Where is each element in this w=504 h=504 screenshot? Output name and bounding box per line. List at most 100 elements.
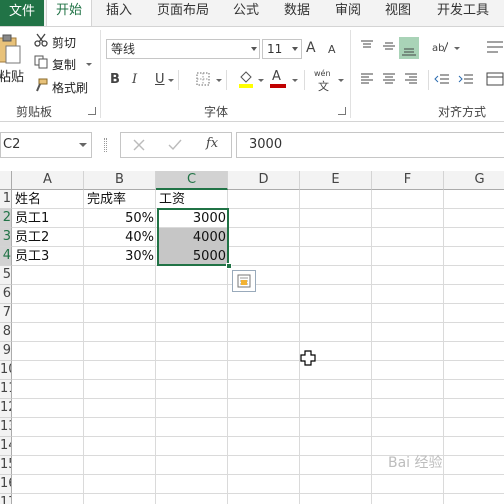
increase-font-size-icon[interactable]: A xyxy=(306,40,316,56)
row-gridline xyxy=(12,493,504,494)
insert-function-button[interactable]: fx xyxy=(206,136,218,151)
font-size-dropdown-icon[interactable] xyxy=(292,47,298,51)
copy-dropdown-icon[interactable] xyxy=(86,63,92,66)
cut-button[interactable]: 剪切 xyxy=(52,34,76,51)
tab-file[interactable]: 文件 xyxy=(0,0,44,26)
fill-handle[interactable] xyxy=(226,263,232,269)
row-gridline xyxy=(12,417,504,418)
fill-color-icon[interactable] xyxy=(238,70,254,88)
cell-b4[interactable]: 30% xyxy=(84,247,156,266)
format-painter-icon[interactable] xyxy=(34,78,48,92)
tab-formulas[interactable]: 公式 xyxy=(224,0,268,26)
cell-a1[interactable]: 姓名 xyxy=(12,190,84,209)
column-header-c[interactable]: C xyxy=(156,171,228,190)
cell-c1[interactable]: 工资 xyxy=(156,190,228,209)
increase-indent-icon[interactable] xyxy=(458,73,474,85)
phonetic-guide-top[interactable]: wén xyxy=(314,69,331,78)
clipboard-launcher-icon[interactable] xyxy=(88,107,96,115)
row-header-17[interactable]: 17 xyxy=(0,494,12,504)
row-header-11[interactable]: 11 xyxy=(0,380,12,399)
row-header-4[interactable]: 4 xyxy=(0,247,12,266)
border-dropdown-icon[interactable] xyxy=(216,79,222,82)
cut-icon[interactable] xyxy=(34,33,48,47)
fill-color-dropdown-icon[interactable] xyxy=(258,79,264,82)
italic-button[interactable]: I xyxy=(132,72,137,87)
font-launcher-icon[interactable] xyxy=(338,107,346,115)
column-header-g[interactable]: G xyxy=(444,171,504,190)
underline-button[interactable]: U xyxy=(155,72,165,87)
align-left-icon[interactable] xyxy=(360,73,374,85)
column-header-a[interactable]: A xyxy=(12,171,84,190)
cell-a4[interactable]: 员工3 xyxy=(12,247,84,266)
quick-analysis-button[interactable] xyxy=(232,270,256,292)
column-gridline xyxy=(371,190,372,504)
formula-input[interactable]: 3000 xyxy=(236,132,504,158)
row-header-12[interactable]: 12 xyxy=(0,399,12,418)
decrease-font-size-icon[interactable]: A xyxy=(328,43,336,56)
font-name-combo[interactable]: 等线 xyxy=(106,39,260,59)
paste-button[interactable] xyxy=(0,34,22,94)
tab-view[interactable]: 视图 xyxy=(376,0,420,26)
row-header-3[interactable]: 3 xyxy=(0,228,12,247)
tab-home[interactable]: 开始 xyxy=(46,0,92,27)
row-gridline xyxy=(12,379,504,380)
row-header-13[interactable]: 13 xyxy=(0,418,12,437)
align-bottom-icon[interactable] xyxy=(399,37,419,59)
row-header-5[interactable]: 5 xyxy=(0,266,12,285)
phonetic-dropdown-icon[interactable] xyxy=(338,79,344,82)
bold-button[interactable]: B xyxy=(110,72,120,87)
align-top-icon[interactable] xyxy=(360,40,374,52)
tab-page-layout[interactable]: 页面布局 xyxy=(150,0,216,26)
row-header-16[interactable]: 16 xyxy=(0,475,12,494)
merge-center-icon[interactable] xyxy=(486,72,504,86)
row-header-1[interactable]: 1 xyxy=(0,190,12,209)
font-name-dropdown-icon[interactable] xyxy=(251,47,257,51)
cell-b1[interactable]: 完成率 xyxy=(84,190,156,209)
tab-insert[interactable]: 插入 xyxy=(97,0,141,26)
name-box-dropdown-icon[interactable] xyxy=(79,143,87,147)
column-header-b[interactable]: B xyxy=(84,171,156,190)
row-header-8[interactable]: 8 xyxy=(0,323,12,342)
row-header-6[interactable]: 6 xyxy=(0,285,12,304)
selection-border xyxy=(157,208,229,266)
align-right-icon[interactable] xyxy=(404,73,418,85)
column-header-e[interactable]: E xyxy=(300,171,372,190)
tab-data[interactable]: 数据 xyxy=(275,0,319,26)
column-header-f[interactable]: F xyxy=(372,171,444,190)
row-header-10[interactable]: 10 xyxy=(0,361,12,380)
cancel-icon[interactable] xyxy=(132,138,146,152)
enter-icon[interactable] xyxy=(168,138,182,152)
underline-dropdown-icon[interactable] xyxy=(168,79,174,82)
font-color-dropdown-icon[interactable] xyxy=(292,79,298,82)
copy-button[interactable]: 复制 xyxy=(52,56,76,73)
row-header-9[interactable]: 9 xyxy=(0,342,12,361)
tab-review[interactable]: 审阅 xyxy=(326,0,370,26)
row-header-7[interactable]: 7 xyxy=(0,304,12,323)
select-all-corner[interactable] xyxy=(0,171,12,190)
align-center-icon[interactable] xyxy=(382,73,396,85)
decrease-indent-icon[interactable] xyxy=(434,73,450,85)
row-header-15[interactable]: 15 xyxy=(0,456,12,475)
cell-a3[interactable]: 员工2 xyxy=(12,228,84,247)
column-gridline xyxy=(443,190,444,504)
font-color-icon[interactable]: A xyxy=(270,69,286,88)
orientation-dropdown-icon[interactable] xyxy=(454,47,460,50)
border-icon[interactable] xyxy=(196,72,210,86)
group-separator xyxy=(350,30,351,118)
phonetic-guide-bottom[interactable]: 文 xyxy=(318,78,329,94)
row-gridline xyxy=(12,303,504,304)
copy-icon[interactable] xyxy=(34,55,48,69)
column-header-d[interactable]: D xyxy=(228,171,300,190)
align-middle-icon[interactable] xyxy=(382,40,396,52)
resize-handle[interactable] xyxy=(104,138,107,152)
format-painter-button[interactable]: 格式刷 xyxy=(52,79,88,96)
row-header-14[interactable]: 14 xyxy=(0,437,12,456)
cell-b3[interactable]: 40% xyxy=(84,228,156,247)
tab-developer[interactable]: 开发工具 xyxy=(430,0,496,26)
cell-a2[interactable]: 员工1 xyxy=(12,209,84,228)
cell-b2[interactable]: 50% xyxy=(84,209,156,228)
orientation-icon[interactable]: ab xyxy=(432,40,449,54)
row-header-2[interactable]: 2 xyxy=(0,209,12,228)
wrap-text-icon[interactable] xyxy=(486,40,504,54)
row-gridline xyxy=(12,341,504,342)
